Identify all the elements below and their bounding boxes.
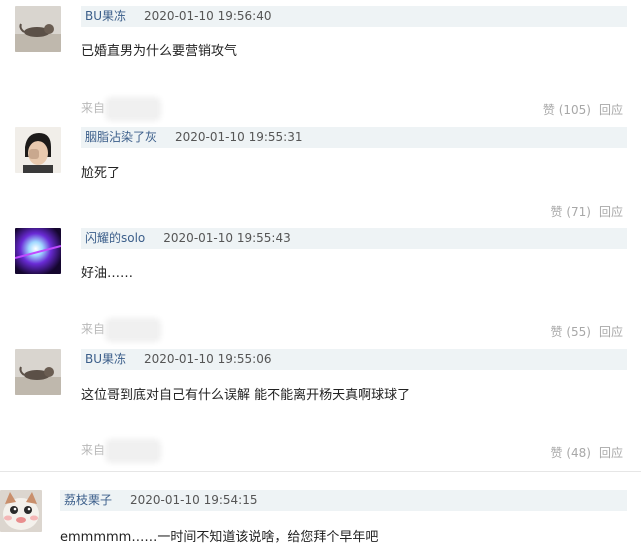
source-label: 来自 (81, 322, 106, 336)
username-link[interactable]: BU果冻 (81, 9, 126, 23)
comment-actions: 赞 (71) 回应 (551, 204, 623, 220)
blurred-source (109, 442, 158, 459)
comment-text: 这位哥到底对自己有什么误解 能不能离开杨天真啊球球了 (81, 388, 411, 403)
source-label: 来自 (81, 101, 106, 115)
comment-source: 来自 (81, 442, 158, 459)
comment-header: BU果冻 2020-01-10 19:56:40 (81, 6, 627, 27)
comment-time: 2020-01-10 19:55:43 (163, 231, 291, 245)
username-link[interactable]: BU果冻 (81, 352, 126, 366)
comment-item: 胭脂沾染了灰 2020-01-10 19:55:31 尬死了 赞 (71) 回应 (0, 122, 641, 222)
comment-header: 闪耀的solo 2020-01-10 19:55:43 (81, 228, 627, 249)
comment-text: emmmmm……一时间不知道该说啥，给您拜个早年吧 (60, 530, 379, 545)
like-button[interactable]: 赞 (48) (551, 446, 591, 460)
blurred-source (109, 100, 158, 117)
section-divider (0, 471, 641, 472)
like-button[interactable]: 赞 (105) (543, 103, 591, 117)
comment-text: 好油…… (81, 266, 134, 281)
comment-time: 2020-01-10 19:55:31 (175, 130, 303, 144)
cat-face-avatar-icon[interactable] (0, 490, 42, 532)
comment-item: BU果冻 2020-01-10 19:55:06 这位哥到底对自己有什么误解 能不… (0, 344, 641, 470)
username-link[interactable]: 闪耀的solo (81, 231, 145, 245)
comment-header: BU果冻 2020-01-10 19:55:06 (81, 349, 627, 370)
username-link[interactable]: 胭脂沾染了灰 (81, 130, 157, 144)
person-face-avatar-icon[interactable] (15, 127, 61, 173)
cat-lying-avatar-icon[interactable] (15, 349, 61, 395)
username-link[interactable]: 荔枝栗子 (60, 493, 112, 507)
comment-item: 闪耀的solo 2020-01-10 19:55:43 好油…… 来自 赞 (55… (0, 222, 641, 344)
comment-time: 2020-01-10 19:55:06 (144, 352, 272, 366)
blurred-source (109, 321, 158, 338)
comment-item: BU果冻 2020-01-10 19:56:40 已婚直男为什么要营销攻气 来自 … (0, 0, 641, 122)
reply-button[interactable]: 回应 (599, 446, 623, 460)
like-button[interactable]: 赞 (71) (551, 205, 591, 219)
comment-actions: 赞 (48) 回应 (551, 445, 623, 461)
comment-source: 来自 (81, 321, 158, 338)
cat-lying-avatar-icon[interactable] (15, 6, 61, 52)
comment-time: 2020-01-10 19:56:40 (144, 9, 272, 23)
comment-header: 胭脂沾染了灰 2020-01-10 19:55:31 (81, 127, 627, 148)
comment-text: 尬死了 (81, 166, 121, 181)
comment-actions: 赞 (105) 回应 (543, 102, 623, 118)
comment-actions: 赞 (55) 回应 (551, 324, 623, 340)
reply-button[interactable]: 回应 (599, 103, 623, 117)
comment-item: 荔枝栗子 2020-01-10 19:54:15 emmmmm……一时间不知道该说… (0, 482, 641, 557)
reply-button[interactable]: 回应 (599, 325, 623, 339)
reply-button[interactable]: 回应 (599, 205, 623, 219)
comment-time: 2020-01-10 19:54:15 (130, 493, 258, 507)
comment-text: 已婚直男为什么要营销攻气 (81, 44, 238, 59)
comment-header: 荔枝栗子 2020-01-10 19:54:15 (60, 490, 627, 511)
like-button[interactable]: 赞 (55) (551, 325, 591, 339)
neon-light-avatar-icon[interactable] (15, 228, 61, 274)
comment-source: 来自 (81, 100, 158, 117)
source-label: 来自 (81, 443, 106, 457)
